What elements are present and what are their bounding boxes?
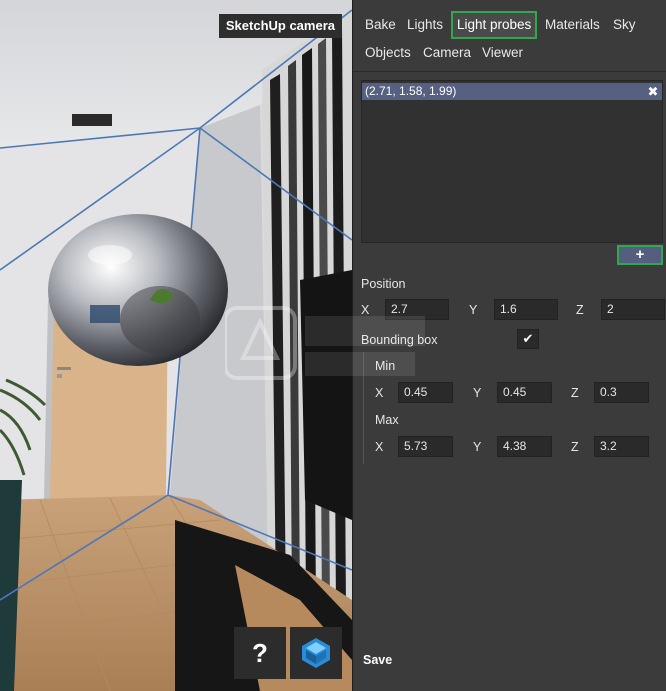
tab-bar: Bake Lights Light probes Materials Sky O… xyxy=(353,0,666,72)
max-label: Max xyxy=(375,413,399,427)
tab-materials[interactable]: Materials xyxy=(541,13,604,37)
max-y-input[interactable]: 4.38 xyxy=(497,436,552,457)
help-label: ? xyxy=(252,637,268,668)
max-x-label: X xyxy=(375,440,384,454)
tab-bake[interactable]: Bake xyxy=(361,13,400,37)
sketchup-camera-button[interactable]: SketchUp camera xyxy=(218,14,342,38)
min-y-label: Y xyxy=(473,386,482,400)
position-x-input[interactable]: 2.7 xyxy=(385,299,449,320)
list-item[interactable]: (2.71, 1.58, 1.99) ✖ xyxy=(362,83,662,100)
position-z-label: Z xyxy=(576,303,584,317)
bounding-box-checkbox[interactable]: ✔ xyxy=(517,329,539,349)
bounding-box-group-line xyxy=(363,352,364,464)
bounding-box-label: Bounding box xyxy=(361,333,438,347)
min-x-label: X xyxy=(375,386,384,400)
min-z-input[interactable]: 0.3 xyxy=(594,382,649,403)
position-y-input[interactable]: 1.6 xyxy=(494,299,558,320)
min-label: Min xyxy=(375,359,396,373)
light-probe-list[interactable]: (2.71, 1.58, 1.99) ✖ xyxy=(361,80,663,243)
shapespark-logo-icon xyxy=(302,638,330,668)
save-button[interactable]: Save xyxy=(363,652,392,668)
position-y-label: Y xyxy=(469,303,478,317)
scene-render xyxy=(0,0,352,691)
max-z-input[interactable]: 3.2 xyxy=(594,436,649,457)
min-x-input[interactable]: 0.45 xyxy=(398,382,453,403)
add-probe-button[interactable]: + xyxy=(617,245,663,265)
help-button[interactable]: ? xyxy=(234,627,286,679)
max-z-label: Z xyxy=(571,440,579,454)
max-y-label: Y xyxy=(473,440,482,454)
ceiling-light xyxy=(72,114,112,126)
tab-camera[interactable]: Camera xyxy=(419,41,475,65)
tab-lights[interactable]: Lights xyxy=(403,13,447,37)
3d-viewport[interactable]: SketchUp camera ? xyxy=(0,0,352,691)
position-label: Position xyxy=(361,277,406,291)
min-z-label: Z xyxy=(571,386,579,400)
tab-viewer[interactable]: Viewer xyxy=(478,41,527,65)
position-z-input[interactable]: 2 xyxy=(601,299,665,320)
black-cabinet xyxy=(300,270,352,520)
tab-objects[interactable]: Objects xyxy=(361,41,415,65)
checkmark-icon: ✔ xyxy=(522,331,534,346)
max-x-input[interactable]: 5.73 xyxy=(398,436,453,457)
editor-panel: Bake Lights Light probes Materials Sky O… xyxy=(352,0,666,691)
position-x-label: X xyxy=(361,303,370,317)
shapespark-logo-button[interactable] xyxy=(290,627,342,679)
close-icon[interactable]: ✖ xyxy=(647,83,659,100)
probe-coordinates: (2.71, 1.58, 1.99) xyxy=(365,84,457,98)
min-y-input[interactable]: 0.45 xyxy=(497,382,552,403)
tab-light-probes[interactable]: Light probes xyxy=(450,11,538,39)
tab-sky[interactable]: Sky xyxy=(609,13,640,37)
light-probe-sphere xyxy=(48,214,228,366)
